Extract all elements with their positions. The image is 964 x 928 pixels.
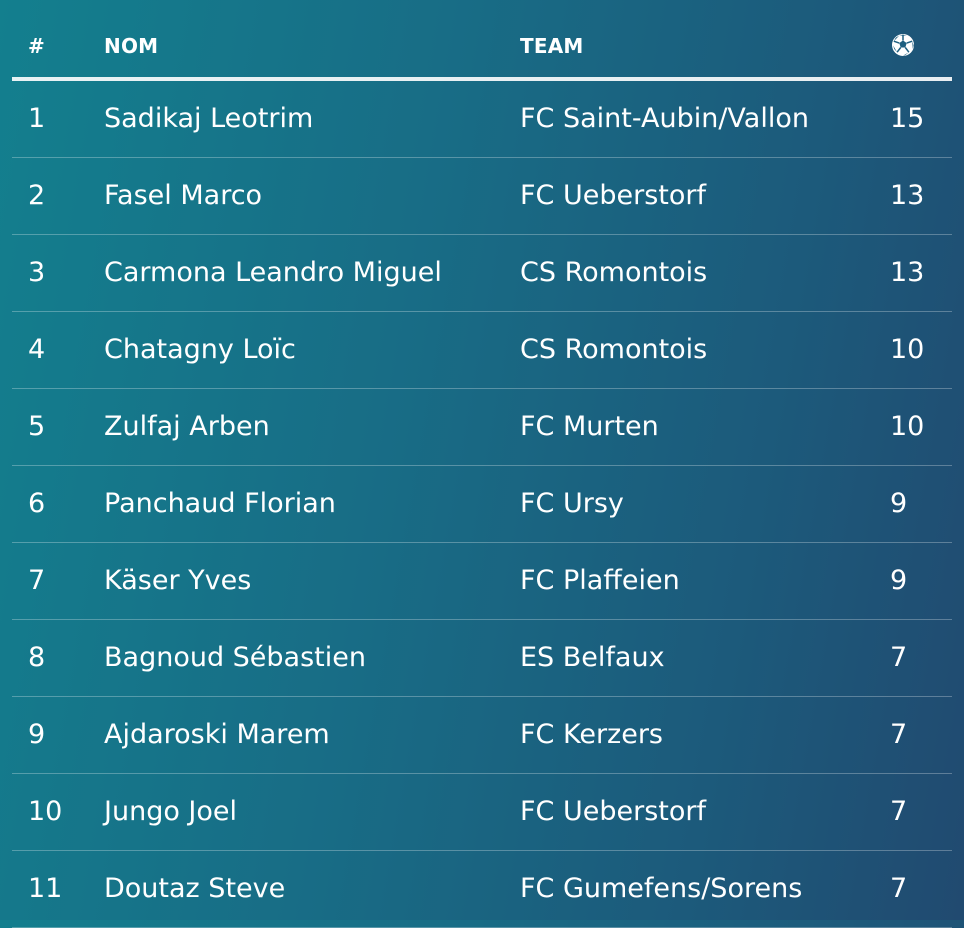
table-header: # NOM TEAM (0, 0, 964, 81)
team-name: ES Belfaux (520, 642, 665, 673)
goals-count: 9 (890, 488, 908, 519)
header-rank: # (28, 34, 45, 58)
player-name: Carmona Leandro Miguel (104, 257, 442, 288)
team-name: FC Gumefens/Sorens (520, 873, 803, 904)
goals-count: 13 (890, 257, 925, 288)
rank-cell: 1 (28, 103, 46, 134)
goals-count: 13 (890, 180, 925, 211)
table-row: 11 Doutaz Steve FC Gumefens/Sorens 7 (12, 851, 952, 928)
rank-cell: 5 (28, 411, 46, 442)
team-name: FC Ueberstorf (520, 796, 706, 827)
player-name: Chatagny Loïc (104, 334, 296, 365)
team-name: FC Ursy (520, 488, 624, 519)
rank-cell: 6 (28, 488, 46, 519)
header-team: TEAM (520, 34, 584, 58)
goals-count: 15 (890, 103, 925, 134)
table-row: 1 Sadikaj Leotrim FC Saint-Aubin/Vallon … (12, 81, 952, 158)
player-name: Zulfaj Arben (104, 411, 270, 442)
goals-count: 7 (890, 796, 908, 827)
table-row: 9 Ajdaroski Marem FC Kerzers 7 (12, 697, 952, 774)
rank-cell: 11 (28, 873, 63, 904)
team-name: FC Murten (520, 411, 659, 442)
rank-cell: 2 (28, 180, 46, 211)
table-row: 6 Panchaud Florian FC Ursy 9 (12, 466, 952, 543)
player-name: Doutaz Steve (104, 873, 286, 904)
rank-cell: 10 (28, 796, 63, 827)
player-name: Panchaud Florian (104, 488, 336, 519)
table-row: 10 Jungo Joel FC Ueberstorf 7 (12, 774, 952, 851)
goals-count: 9 (890, 565, 908, 596)
player-name: Ajdaroski Marem (104, 719, 330, 750)
rank-cell: 8 (28, 642, 46, 673)
goals-count: 7 (890, 719, 908, 750)
soccer-ball-icon (890, 32, 916, 58)
goals-count: 10 (890, 334, 925, 365)
team-name: FC Saint-Aubin/Vallon (520, 103, 809, 134)
header-name: NOM (104, 34, 159, 58)
player-name: Sadikaj Leotrim (104, 103, 314, 134)
player-name: Jungo Joel (104, 796, 238, 827)
team-name: FC Ueberstorf (520, 180, 706, 211)
table-row: 5 Zulfaj Arben FC Murten 10 (12, 389, 952, 466)
table-body: 1 Sadikaj Leotrim FC Saint-Aubin/Vallon … (0, 81, 964, 928)
table-row: 2 Fasel Marco FC Ueberstorf 13 (12, 158, 952, 235)
team-name: FC Kerzers (520, 719, 663, 750)
goals-count: 7 (890, 642, 908, 673)
table-row: 8 Bagnoud Sébastien ES Belfaux 7 (12, 620, 952, 697)
top-scorers-table: # NOM TEAM 1 Sadikaj Leotrim FC Saint-Au… (0, 0, 964, 928)
team-name: CS Romontois (520, 334, 708, 365)
player-name: Bagnoud Sébastien (104, 642, 366, 673)
player-name: Käser Yves (104, 565, 252, 596)
rank-cell: 4 (28, 334, 46, 365)
player-name: Fasel Marco (104, 180, 263, 211)
rank-cell: 7 (28, 565, 46, 596)
goals-count: 7 (890, 873, 908, 904)
table-row: 4 Chatagny Loïc CS Romontois 10 (12, 312, 952, 389)
team-name: CS Romontois (520, 257, 708, 288)
team-name: FC Plaffeien (520, 565, 680, 596)
goals-count: 10 (890, 411, 925, 442)
rank-cell: 9 (28, 719, 46, 750)
rank-cell: 3 (28, 257, 46, 288)
table-row: 3 Carmona Leandro Miguel CS Romontois 13 (12, 235, 952, 312)
table-row: 7 Käser Yves FC Plaffeien 9 (12, 543, 952, 620)
